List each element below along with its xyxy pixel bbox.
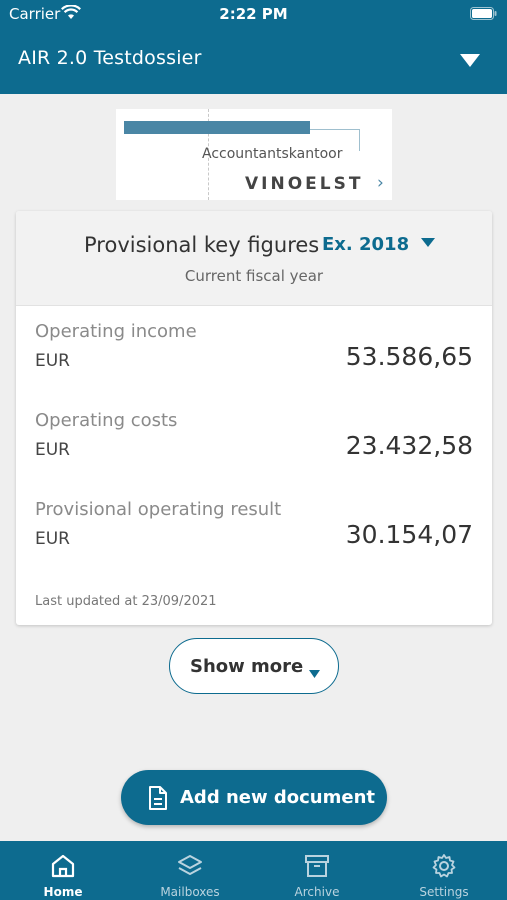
operating-costs-value: 23.432,58 (345, 431, 473, 460)
caret-down-icon[interactable] (460, 52, 480, 71)
home-icon (50, 853, 76, 883)
logo-text-top: Accountantskantoor (202, 146, 343, 162)
tab-bar: Home Mailboxes Archive Settings (0, 841, 507, 900)
gear-icon (431, 853, 457, 883)
office-logo[interactable]: Accountantskantoor VINOELST › (116, 109, 392, 200)
operating-costs-currency: EUR (35, 440, 70, 460)
show-more-button[interactable]: Show more (169, 638, 339, 694)
key-figures-card: Provisional key figures Ex. 2018 Current… (16, 211, 492, 625)
tab-mailboxes-label: Mailboxes (160, 885, 220, 899)
add-document-label: Add new document (180, 787, 376, 808)
operating-costs-label: Operating costs (35, 410, 178, 431)
key-figures-header: Provisional key figures Ex. 2018 Current… (16, 211, 492, 306)
caret-down-icon (309, 663, 320, 682)
layers-icon (177, 853, 203, 883)
document-icon (148, 786, 168, 814)
tab-archive[interactable]: Archive (254, 841, 380, 900)
operating-income-label: Operating income (35, 321, 197, 342)
show-more-label: Show more (190, 656, 304, 677)
tab-mailboxes[interactable]: Mailboxes (127, 841, 253, 900)
tab-home-label: Home (43, 885, 83, 899)
tab-archive-label: Archive (294, 885, 340, 899)
tab-home[interactable]: Home (0, 841, 126, 900)
dossier-title[interactable]: AIR 2.0 Testdossier (18, 47, 202, 69)
operating-income-value: 53.586,65 (345, 342, 473, 371)
archive-icon (304, 853, 330, 883)
top-bar: Carrier 2:22 PM AIR 2.0 Testdossier (0, 0, 507, 94)
fiscal-year-selector[interactable]: Ex. 2018 (322, 234, 436, 255)
status-time: 2:22 PM (219, 5, 288, 23)
key-figures-subtitle: Current fiscal year (184, 267, 324, 285)
logo-line (359, 129, 360, 151)
status-bar: Carrier 2:22 PM (0, 0, 507, 30)
logo-line (310, 129, 360, 130)
fiscal-year-label: Ex. 2018 (322, 234, 410, 255)
operating-result-value: 30.154,07 (345, 520, 473, 549)
tab-settings[interactable]: Settings (381, 841, 507, 900)
last-updated-text: Last updated at 23/09/2021 (35, 594, 217, 609)
add-document-button[interactable]: Add new document (121, 770, 387, 825)
operating-result-label: Provisional operating result (35, 499, 282, 520)
operating-result-currency: EUR (35, 529, 70, 549)
caret-down-icon (421, 238, 436, 247)
logo-bar (124, 121, 310, 134)
key-figures-title: Provisional key figures (84, 233, 320, 257)
logo-text-name: VINOELST (245, 174, 364, 194)
chevron-right-icon: › (377, 173, 384, 193)
operating-income-currency: EUR (35, 351, 70, 371)
tab-settings-label: Settings (419, 885, 469, 899)
battery-icon (470, 6, 497, 24)
